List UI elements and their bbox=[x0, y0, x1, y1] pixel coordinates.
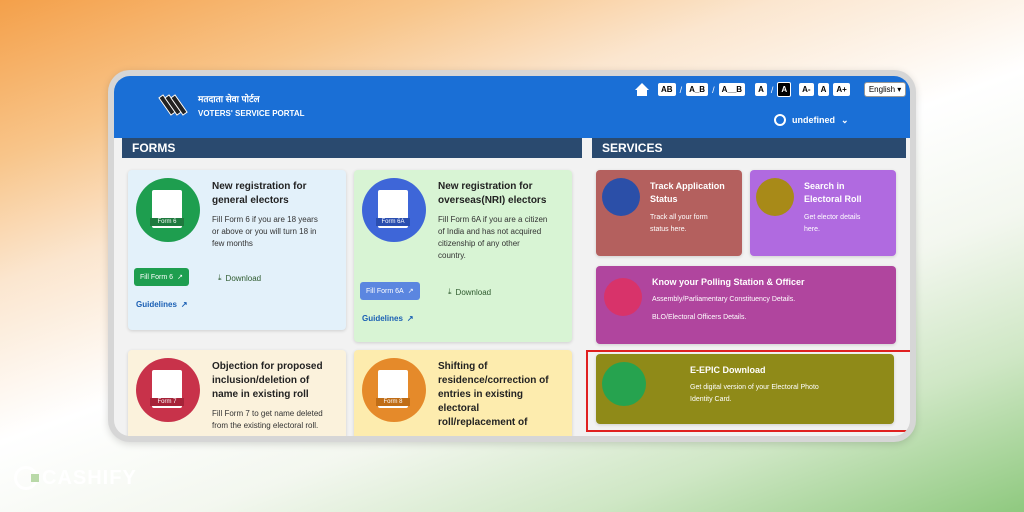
theme-light-button[interactable]: A bbox=[755, 83, 767, 96]
remove-user-document-icon: Form 7 bbox=[150, 370, 184, 408]
font-decrease-button[interactable]: A- bbox=[799, 83, 814, 96]
highlight-box bbox=[586, 350, 910, 432]
form8-circle: Form 8 bbox=[362, 358, 426, 422]
theme-dark-button[interactable]: A bbox=[777, 82, 792, 97]
chevron-down-icon: ⌄ bbox=[841, 114, 849, 125]
arrow-up-right-icon: ↗ bbox=[407, 288, 414, 295]
user-name: undefined bbox=[792, 115, 835, 125]
arrow-up-right-icon: ↗ bbox=[180, 300, 188, 309]
user-menu[interactable]: undefined ⌄ bbox=[774, 114, 849, 126]
search-roll-title: Search in Electoral Roll bbox=[804, 181, 862, 204]
arrow-up-right-icon: ↗ bbox=[406, 314, 414, 323]
font-normal-button[interactable]: A bbox=[817, 83, 830, 96]
user-icon bbox=[774, 114, 786, 126]
fill-form6-button[interactable]: Fill Form 6 ↗ bbox=[134, 268, 189, 286]
header-bar: मतदाता सेवा पोर्टल VOTERS' SERVICE PORTA… bbox=[114, 76, 910, 138]
fill-form6a-button[interactable]: Fill Form 6A ↗ bbox=[360, 282, 420, 300]
polling-station-desc: Assembly/Parliamentary Constituency Deta… bbox=[652, 296, 796, 321]
form7-circle: Form 7 bbox=[136, 358, 200, 422]
spacing-1-button[interactable]: A_B bbox=[686, 83, 709, 96]
cashify-logo-icon bbox=[14, 466, 39, 490]
language-select[interactable]: English ▾ bbox=[863, 82, 907, 97]
form6-title: New registration for general electors bbox=[212, 181, 307, 206]
portal-screen: मतदाता सेवा पोर्टल VOTERS' SERVICE PORTA… bbox=[114, 76, 910, 436]
globe-document-icon: Form 6A bbox=[376, 190, 410, 228]
form6-description: Fill Form 6 if you are 18 years or above … bbox=[212, 215, 318, 248]
device-frame: मतदाता सेवा पोर्टल VOTERS' SERVICE PORTA… bbox=[108, 70, 916, 442]
form7-title: Objection for proposed inclusion/deletion… bbox=[212, 361, 323, 400]
form7-card: Form 7 Objection for proposed inclusion/d… bbox=[128, 350, 346, 436]
download-icon: ⤓ bbox=[218, 273, 222, 282]
spacing-2-button[interactable]: A__B bbox=[718, 83, 746, 96]
contrast-ab-button[interactable]: AB bbox=[658, 83, 676, 96]
form6-circle: Form 6 bbox=[136, 178, 200, 242]
form6-download-link[interactable]: ⤓ Download bbox=[218, 273, 261, 283]
shield-star-icon bbox=[604, 278, 642, 316]
services-heading: SERVICES bbox=[592, 138, 906, 158]
form6-guidelines-link[interactable]: Guidelines ↗ bbox=[136, 300, 188, 309]
ballot-logo-icon bbox=[158, 90, 190, 120]
accessibility-toolbar: AB / A_B / A__B A / A A- A A+ English ▾ bbox=[634, 82, 907, 97]
home-icon[interactable] bbox=[634, 82, 650, 97]
form8-title: Shifting of residence/correction of entrie… bbox=[438, 361, 549, 428]
cashify-watermark: CASHIFY bbox=[14, 466, 137, 490]
polling-station-card[interactable]: Know your Polling Station & Officer Asse… bbox=[596, 266, 896, 344]
add-user-document-icon: Form 6 bbox=[150, 190, 184, 228]
track-application-desc: Track all your form status here. bbox=[650, 214, 708, 233]
portal-logo[interactable]: मतदाता सेवा पोर्टल VOTERS' SERVICE PORTA… bbox=[158, 90, 305, 120]
portal-title-hindi: मतदाता सेवा पोर्टल bbox=[198, 94, 260, 104]
form6a-card: Form 6A New registration for overseas(NRI… bbox=[354, 170, 572, 342]
form6-card: Form 6 New registration for general elect… bbox=[128, 170, 346, 330]
cashify-brand-text: CASHIFY bbox=[42, 466, 137, 489]
track-application-title: Track Application Status bbox=[650, 181, 725, 204]
track-application-card[interactable]: Track Application Status Track all your f… bbox=[596, 170, 742, 256]
font-increase-button[interactable]: A+ bbox=[833, 83, 850, 96]
form6a-description: Fill Form 6A if you are a citizen of Indi… bbox=[438, 215, 548, 260]
form6a-guidelines-link[interactable]: Guidelines ↗ bbox=[362, 314, 414, 323]
polling-station-title: Know your Polling Station & Officer bbox=[652, 277, 805, 287]
search-roll-desc: Get elector details here. bbox=[804, 214, 861, 233]
forms-heading: FORMS bbox=[122, 138, 582, 158]
download-icon: ⤓ bbox=[448, 287, 452, 296]
edit-document-icon: Form 8 bbox=[376, 370, 410, 408]
truck-icon bbox=[602, 178, 640, 216]
portal-title-english: VOTERS' SERVICE PORTAL bbox=[198, 109, 305, 118]
form8-card: Form 8 Shifting of residence/correction o… bbox=[354, 350, 572, 436]
search-list-icon bbox=[756, 178, 794, 216]
form6a-download-link[interactable]: ⤓ Download bbox=[448, 287, 491, 297]
form6a-title: New registration for overseas(NRI) electo… bbox=[438, 181, 547, 206]
form7-description: Fill Form 7 to get name deleted from the … bbox=[212, 409, 323, 430]
search-electoral-roll-card[interactable]: Search in Electoral Roll Get elector deta… bbox=[750, 170, 896, 256]
form6a-circle: Form 6A bbox=[362, 178, 426, 242]
arrow-up-right-icon: ↗ bbox=[177, 274, 183, 281]
